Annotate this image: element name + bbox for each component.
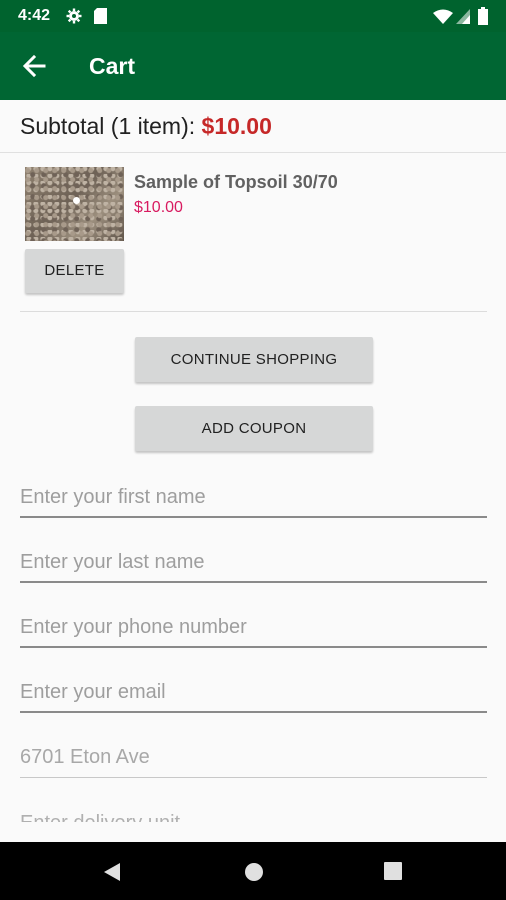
address-field[interactable]: 6701 Eton Ave <box>20 738 487 778</box>
phone-placeholder: Enter your phone number <box>20 616 247 638</box>
phone-field[interactable]: Enter your phone number <box>20 608 487 648</box>
back-arrow-icon[interactable] <box>18 52 50 80</box>
product-thumbnail[interactable] <box>25 167 124 241</box>
wifi-icon <box>433 9 453 29</box>
settings-icon <box>66 8 82 29</box>
page-title: Cart <box>89 53 136 79</box>
first-name-placeholder: Enter your first name <box>20 486 206 508</box>
subtotal-amount: $10.00 <box>201 113 272 139</box>
email-placeholder: Enter your email <box>20 681 166 703</box>
status-time: 4:42 <box>18 7 51 24</box>
subtotal: Subtotal (1 item): $10.00 <box>20 113 272 140</box>
first-name-field[interactable]: Enter your first name <box>20 478 487 518</box>
continue-shopping-button[interactable]: CONTINUE SHOPPING <box>135 337 373 382</box>
divider <box>0 152 506 153</box>
signal-icon <box>456 9 470 29</box>
back-nav-icon[interactable] <box>102 862 122 887</box>
recents-nav-icon[interactable] <box>384 862 402 885</box>
delivery-unit-field[interactable]: Enter delivery unit <box>20 808 487 822</box>
app-bar: Cart <box>0 32 506 100</box>
email-field[interactable]: Enter your email <box>20 673 487 713</box>
divider <box>20 311 487 312</box>
product-name: Sample of Topsoil 30/70 <box>134 172 338 192</box>
address-value: 6701 Eton Ave <box>20 746 150 768</box>
last-name-field[interactable]: Enter your last name <box>20 543 487 583</box>
status-bar: 4:42 <box>0 0 506 32</box>
battery-icon <box>478 7 488 30</box>
delete-button[interactable]: DELETE <box>25 249 124 293</box>
last-name-placeholder: Enter your last name <box>20 551 205 573</box>
system-nav-bar <box>0 842 506 900</box>
product-price: $10.00 <box>134 199 183 216</box>
home-nav-icon[interactable] <box>244 862 264 887</box>
subtotal-label: Subtotal (1 item): <box>20 113 202 139</box>
add-coupon-button[interactable]: ADD COUPON <box>135 406 373 451</box>
delivery-unit-placeholder: Enter delivery unit <box>20 812 180 822</box>
sd-card-icon <box>94 8 107 29</box>
